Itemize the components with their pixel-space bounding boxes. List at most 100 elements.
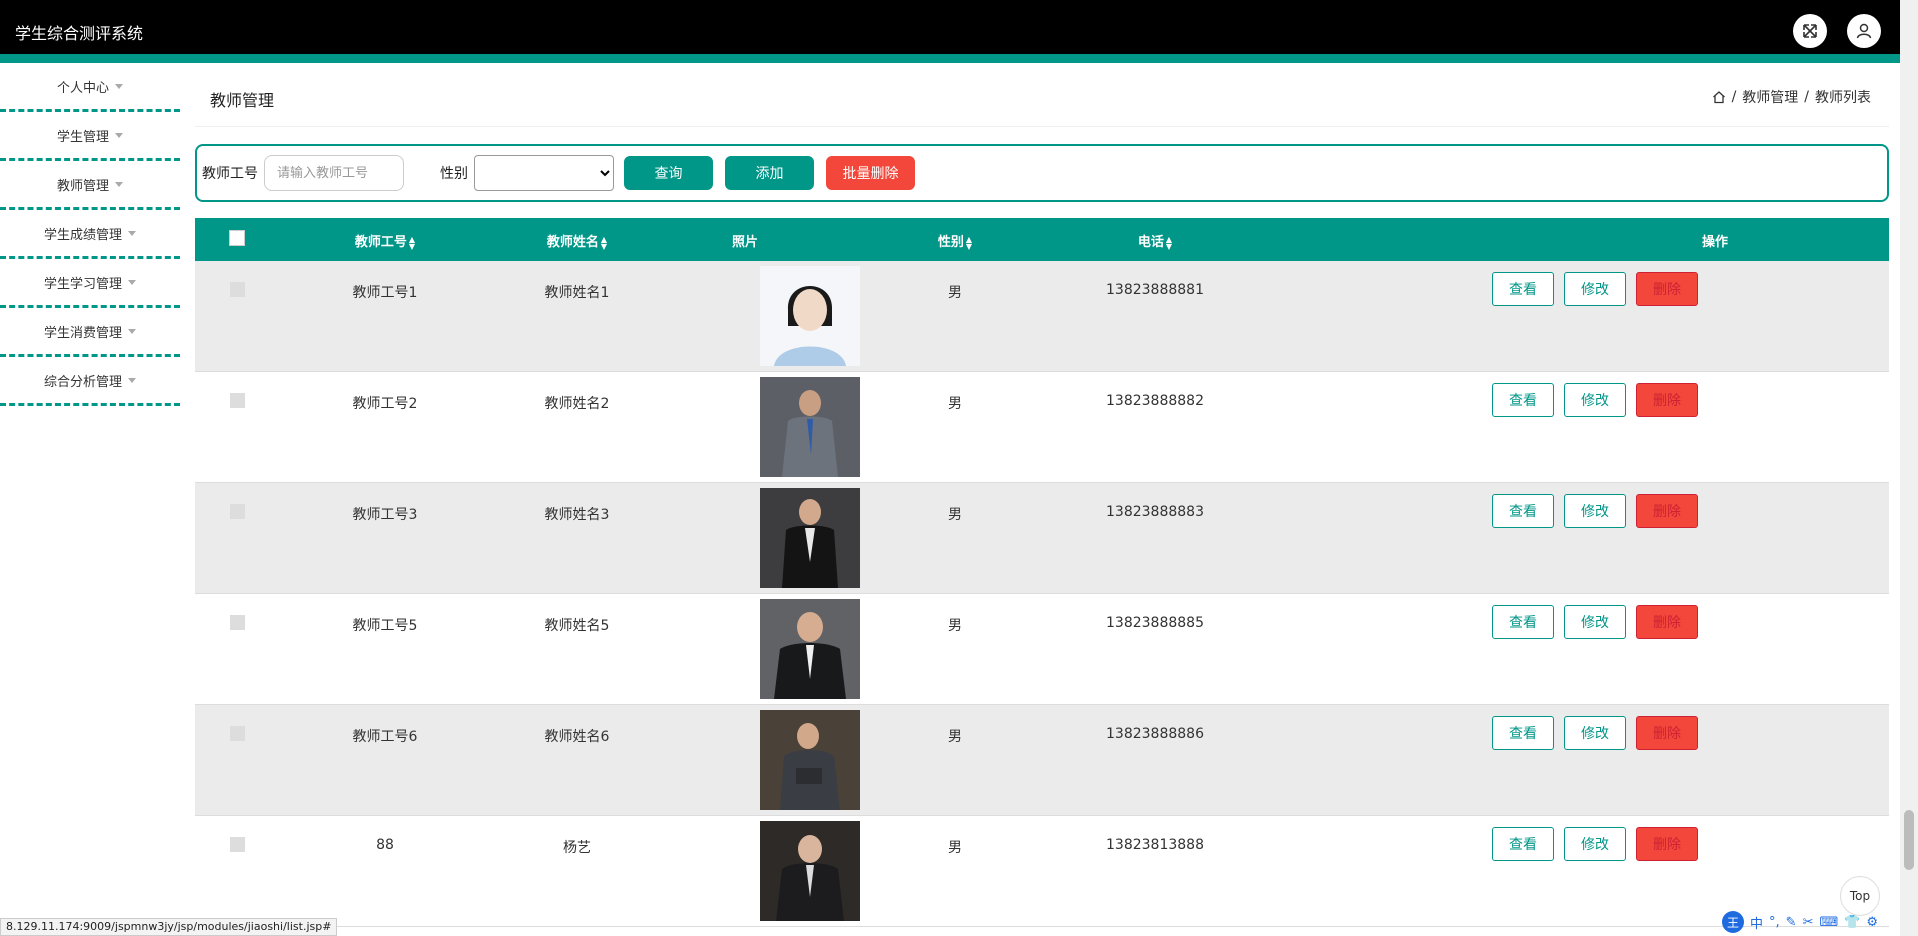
sidebar-item-analysis-management[interactable]: 综合分析管理 — [0, 357, 180, 406]
header-teacher-name[interactable]: 教师姓名 ▲ ▼ — [497, 231, 657, 250]
user-button[interactable] — [1847, 14, 1881, 48]
cell-teacher-id: 教师工号5 — [352, 618, 418, 634]
delete-button[interactable]: 删除 — [1636, 383, 1698, 417]
edit-button[interactable]: 修改 — [1564, 716, 1626, 750]
status-bar-url: 8.129.11.174:9009/jspmnw3jy/jsp/modules/… — [0, 918, 338, 936]
row-actions: 查看 修改 删除 — [1492, 605, 1698, 639]
cell-sex: 男 — [948, 840, 962, 856]
cell-teacher-id: 教师工号6 — [352, 729, 418, 745]
edit-button[interactable]: 修改 — [1564, 272, 1626, 306]
table-row: 教师工号2 教师姓名2 男 13823888882 查看 修改 删除 — [195, 372, 1889, 483]
scissors-icon[interactable]: ✂ — [1803, 915, 1814, 930]
pen-icon[interactable]: ✎ — [1786, 915, 1797, 930]
sex-label: 性别 — [440, 166, 468, 182]
row-checkbox[interactable] — [229, 726, 245, 741]
row-checkbox[interactable] — [229, 837, 245, 852]
breadcrumb-item-teacher-management[interactable]: 教师管理 — [1742, 87, 1798, 107]
edit-button[interactable]: 修改 — [1564, 605, 1626, 639]
cell-sex: 男 — [948, 618, 962, 634]
sidebar-item-grade-management[interactable]: 学生成绩管理 — [0, 210, 180, 259]
row-checkbox[interactable] — [229, 615, 245, 630]
sidebar-item-label: 个人中心 — [56, 80, 109, 96]
view-button[interactable]: 查看 — [1492, 605, 1554, 639]
add-button[interactable]: 添加 — [725, 156, 814, 190]
keyboard-icon[interactable]: ⌨ — [1819, 915, 1838, 930]
cell-teacher-name: 教师姓名5 — [544, 618, 610, 634]
app-title: 学生综合测评系统 — [15, 24, 144, 43]
page-header: 教师管理 / 教师管理 / 教师列表 — [195, 63, 1889, 127]
query-button[interactable]: 查询 — [624, 156, 713, 190]
cell-teacher-id: 教师工号1 — [352, 285, 418, 301]
row-checkbox[interactable] — [229, 282, 245, 297]
portrait-image — [760, 488, 860, 588]
punctuation-icon[interactable]: °, — [1769, 915, 1780, 930]
table-row: 教师工号6 教师姓名6 男 13823888886 查看 修改 删除 — [195, 705, 1889, 816]
caret-down-icon — [128, 377, 136, 383]
sidebar-item-consumption-management[interactable]: 学生消费管理 — [0, 308, 180, 357]
view-button[interactable]: 查看 — [1492, 716, 1554, 750]
delete-button[interactable]: 删除 — [1636, 605, 1698, 639]
row-actions: 查看 修改 删除 — [1492, 716, 1698, 750]
portrait-image — [760, 599, 860, 699]
teacher-photo — [760, 266, 860, 366]
expand-icon — [1803, 24, 1817, 38]
sex-select[interactable] — [474, 155, 614, 191]
cell-phone: 13823813888 — [1106, 837, 1204, 853]
sidebar-item-personal-center[interactable]: 个人中心 — [0, 63, 180, 112]
select-all-checkbox[interactable] — [229, 230, 245, 246]
sidebar-item-label: 学生学习管理 — [43, 276, 122, 292]
cell-phone: 13823888885 — [1106, 615, 1204, 631]
edit-button[interactable]: 修改 — [1564, 383, 1626, 417]
select-all-cell — [223, 230, 251, 250]
shirt-icon[interactable]: 👕 — [1844, 915, 1860, 930]
breadcrumb-separator: / — [1804, 89, 1809, 105]
batch-delete-button[interactable]: 批量删除 — [826, 156, 915, 190]
ime-logo-icon: 王 — [1722, 911, 1744, 933]
ime-language-label[interactable]: 中 — [1750, 913, 1763, 932]
edit-button[interactable]: 修改 — [1564, 494, 1626, 528]
sidebar-item-study-management[interactable]: 学生学习管理 — [0, 259, 180, 308]
table-header: 教师工号 ▲ ▼ 教师姓名 ▲ ▼ 照片 性别 ▲ ▼ 电话 ▲ ▼ 操作 — [195, 218, 1889, 261]
cell-teacher-name: 教师姓名2 — [544, 396, 610, 412]
page-scrollbar[interactable] — [1900, 0, 1918, 936]
row-actions: 查看 修改 删除 — [1492, 494, 1698, 528]
sidebar: 个人中心 学生管理 教师管理 学生成绩管理 学生学习管理 学生消费管理 综合分析… — [0, 63, 180, 406]
sidebar-item-label: 学生消费管理 — [43, 325, 122, 341]
sidebar-item-label: 学生成绩管理 — [43, 227, 122, 243]
delete-button[interactable]: 删除 — [1636, 272, 1698, 306]
edit-button[interactable]: 修改 — [1564, 827, 1626, 861]
teacher-photo — [760, 821, 860, 921]
view-button[interactable]: 查看 — [1492, 383, 1554, 417]
view-button[interactable]: 查看 — [1492, 827, 1554, 861]
row-actions: 查看 修改 删除 — [1492, 272, 1698, 306]
teacher-id-input[interactable] — [264, 155, 404, 191]
header-sex[interactable]: 性别 ▲ ▼ — [925, 231, 985, 250]
sidebar-item-student-management[interactable]: 学生管理 — [0, 112, 180, 161]
row-checkbox[interactable] — [229, 393, 245, 408]
fullscreen-button[interactable] — [1793, 14, 1827, 48]
scrollbar-thumb[interactable] — [1904, 810, 1914, 870]
row-actions: 查看 修改 删除 — [1492, 827, 1698, 861]
portrait-image — [760, 266, 860, 366]
view-button[interactable]: 查看 — [1492, 272, 1554, 306]
breadcrumb-separator: / — [1731, 89, 1737, 105]
delete-button[interactable]: 删除 — [1636, 716, 1698, 750]
caret-down-icon — [115, 181, 123, 187]
delete-button[interactable]: 删除 — [1636, 827, 1698, 861]
sidebar-item-teacher-management[interactable]: 教师管理 — [0, 161, 180, 210]
cell-phone: 13823888886 — [1106, 726, 1204, 742]
header-teacher-id[interactable]: 教师工号 ▲ ▼ — [305, 231, 465, 250]
header-phone[interactable]: 电话 ▲ ▼ — [1075, 231, 1235, 250]
portrait-image — [760, 821, 860, 921]
view-button[interactable]: 查看 — [1492, 494, 1554, 528]
main-content: 教师管理 / 教师管理 / 教师列表 教师工号 性别 查询 添加 批量删除 教师… — [195, 63, 1889, 927]
table-row: 教师工号1 教师姓名1 男 13823888881 查看 修改 删除 — [195, 261, 1889, 372]
cell-teacher-name: 教师姓名3 — [544, 507, 610, 523]
cell-sex: 男 — [948, 285, 962, 301]
home-icon[interactable] — [1712, 90, 1726, 104]
row-checkbox[interactable] — [229, 504, 245, 519]
caret-down-icon — [115, 132, 123, 138]
cell-sex: 男 — [948, 396, 962, 412]
delete-button[interactable]: 删除 — [1636, 494, 1698, 528]
settings-icon[interactable]: ⚙ — [1866, 915, 1878, 930]
